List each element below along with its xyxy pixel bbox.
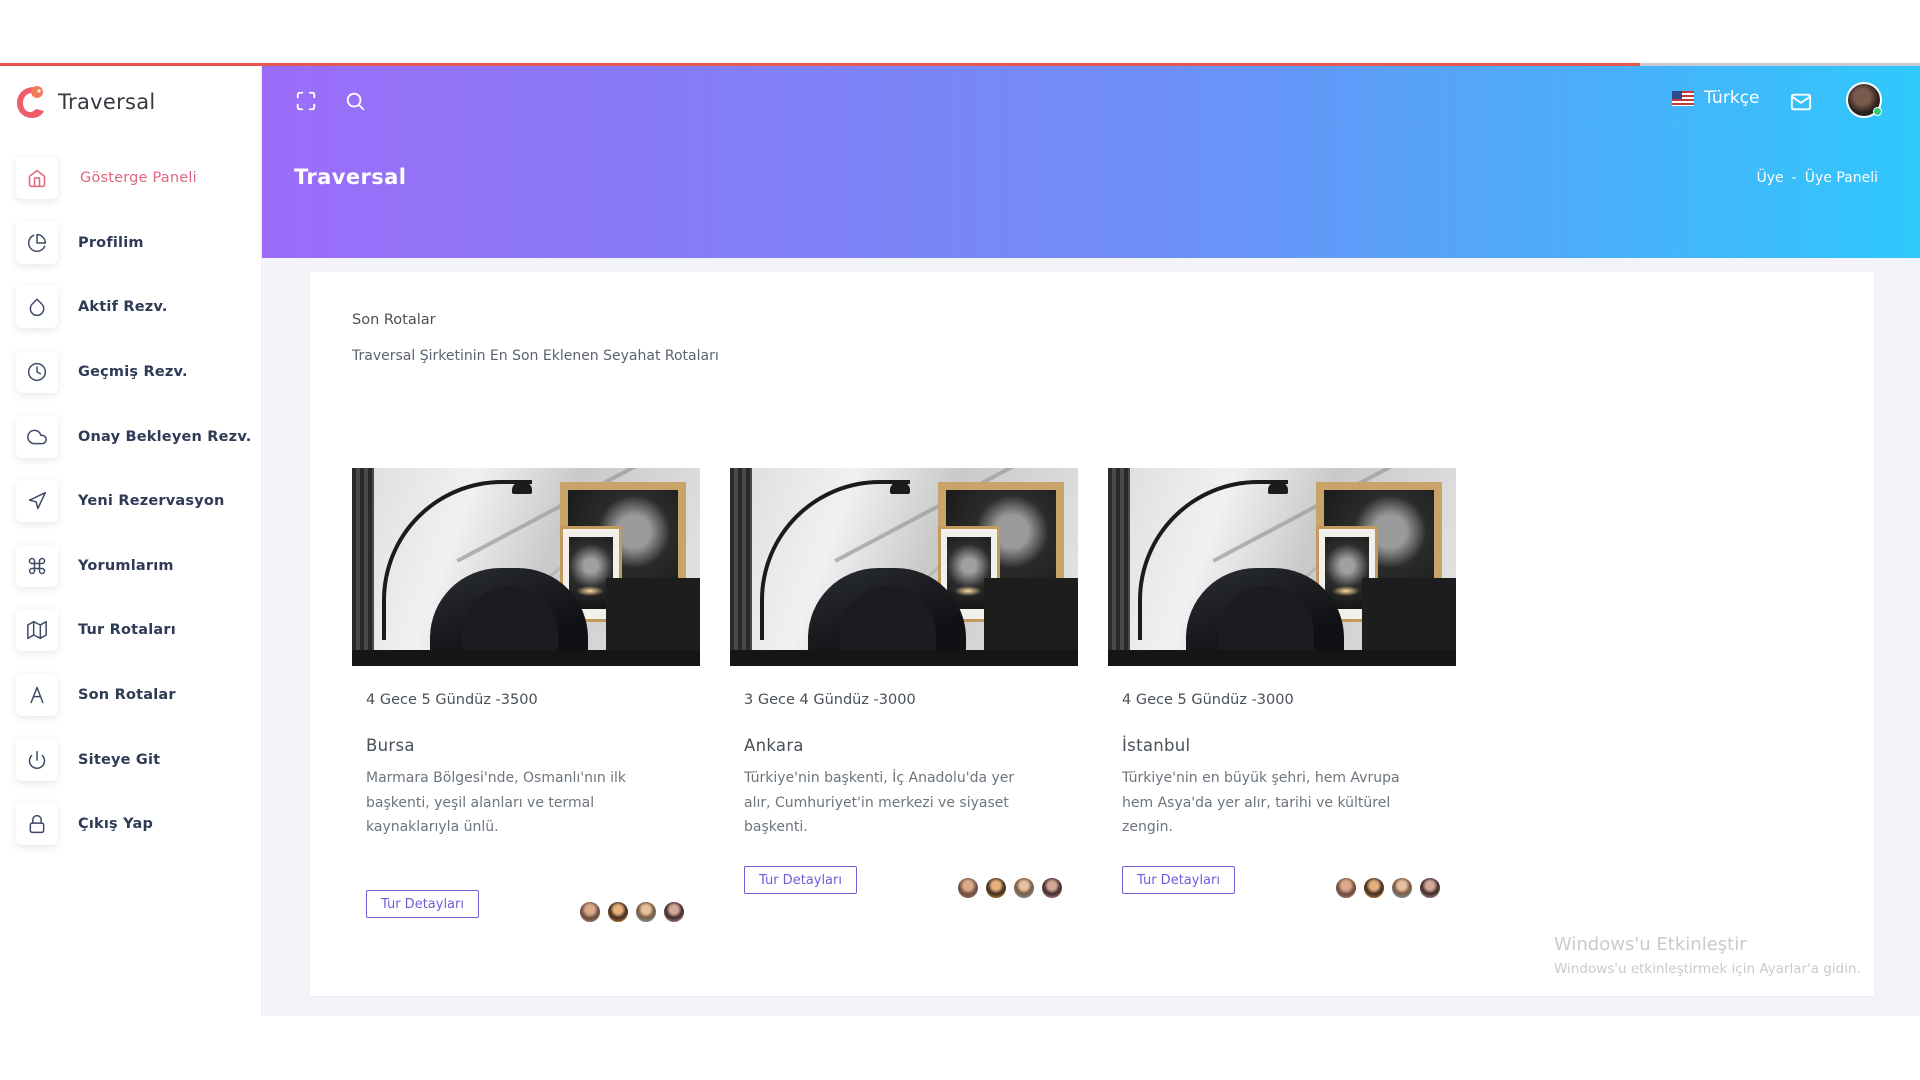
avatar (1012, 876, 1036, 900)
avatar (984, 876, 1008, 900)
watermark-subtitle: Windows'u etkinleştirmek için Ayarlar'a … (1554, 961, 1861, 977)
command-icon (16, 544, 58, 587)
navigation-icon (16, 480, 58, 523)
tour-image (352, 468, 700, 666)
avatar (1418, 876, 1442, 900)
clock-icon (16, 351, 58, 394)
cloud-icon (16, 415, 58, 458)
tour-duration-price: 4 Gece 5 Gündüz -3500 (366, 692, 538, 708)
tour-image (730, 468, 1078, 666)
sidebar-item-active-reservations[interactable]: Aktif Rezv. (16, 275, 256, 340)
tour-name: İstanbul (1122, 736, 1191, 755)
tour-description: Marmara Bölgesi'nde, Osmanlı'nın ilk baş… (366, 770, 627, 835)
participant-avatars (574, 900, 686, 924)
avatar (662, 900, 686, 924)
sidebar-item-label: Geçmiş Rezv. (78, 364, 188, 381)
tour-duration-price: 3 Gece 4 Gündüz -3000 (744, 692, 916, 708)
breadcrumb: Üye - Üye Paneli (1757, 170, 1878, 186)
card-title: Son Rotalar (352, 312, 436, 328)
avatar (606, 900, 630, 924)
tour-details-button[interactable]: Tur Detayları (366, 890, 479, 918)
avatar (1390, 876, 1414, 900)
fullscreen-icon[interactable] (295, 90, 319, 114)
sidebar-item-label: Onay Bekleyen Rezv. (78, 428, 252, 445)
sidebar-item-label: Profilim (78, 234, 144, 251)
tour-card: 3 Gece 4 Gündüz -3000 Ankara Türkiye'nin… (730, 468, 1078, 900)
mail-icon[interactable] (1790, 91, 1812, 117)
sidebar-item-my-comments[interactable]: Yorumlarım (16, 534, 256, 599)
sidebar-item-logout[interactable]: Çıkış Yap (16, 792, 256, 857)
avatar (956, 876, 980, 900)
sidebar-item-dashboard[interactable]: Gösterge Paneli (16, 146, 256, 211)
sidebar-item-label: Çıkış Yap (78, 816, 154, 833)
sidebar-item-past-reservations[interactable]: Geçmiş Rezv. (16, 340, 256, 405)
browser-top-area (0, 0, 1920, 64)
breadcrumb-item-member-panel: Üye Paneli (1804, 170, 1878, 186)
sidebar-item-label: Yorumlarım (78, 557, 174, 574)
tour-image (1108, 468, 1456, 666)
breadcrumb-separator: - (1791, 170, 1797, 186)
sidebar-item-label: Son Rotalar (78, 687, 176, 704)
tour-description: Türkiye'nin en büyük şehri, hem Avrupa h… (1122, 770, 1400, 835)
tour-details-button[interactable]: Tur Detayları (744, 866, 857, 894)
sidebar-item-label: Tur Rotaları (78, 622, 176, 639)
page-header: Türkçe Traversal Üye - Üye Paneli (262, 66, 1920, 258)
language-label: Türkçe (1704, 88, 1760, 108)
sidebar-item-tour-routes[interactable]: Tur Rotaları (16, 598, 256, 663)
tour-duration-price: 4 Gece 5 Gündüz -3000 (1122, 692, 1294, 708)
online-status-dot (1873, 107, 1882, 116)
participant-avatars (952, 876, 1064, 900)
card-subtitle: Traversal Şirketinin En Son Eklenen Seya… (352, 348, 719, 364)
watermark-title: Windows'u Etkinleştir (1554, 934, 1747, 955)
avatar (578, 900, 602, 924)
sidebar: Traversal Gösterge Paneli Profilim Aktif… (0, 66, 262, 1016)
brand-logo-icon (14, 83, 48, 121)
latest-routes-card: Son Rotalar Traversal Şirketinin En Son … (310, 272, 1874, 996)
sidebar-item-label: Yeni Rezervasyon (78, 493, 225, 510)
participant-avatars (1330, 876, 1442, 900)
sidebar-item-go-to-site[interactable]: Siteye Git (16, 727, 256, 792)
tour-details-button[interactable]: Tur Detayları (1122, 866, 1235, 894)
avatar (634, 900, 658, 924)
sidebar-menu: Gösterge Paneli Profilim Aktif Rezv. Geç… (16, 146, 256, 857)
pie-chart-icon (16, 221, 58, 264)
sidebar-item-latest-routes[interactable]: Son Rotalar (16, 663, 256, 728)
droplet-icon (16, 286, 58, 329)
sidebar-item-pending-reservations[interactable]: Onay Bekleyen Rezv. (16, 404, 256, 469)
tour-card: 4 Gece 5 Gündüz -3500 Bursa Marmara Bölg… (352, 468, 700, 924)
breadcrumb-item-member[interactable]: Üye (1757, 170, 1784, 186)
brand-name: Traversal (58, 90, 156, 114)
letter-a-icon (16, 674, 58, 717)
sidebar-item-label: Aktif Rezv. (78, 299, 168, 316)
lock-icon (16, 803, 58, 846)
sidebar-item-profile[interactable]: Profilim (16, 211, 256, 276)
language-selector[interactable]: Türkçe (1672, 88, 1759, 108)
tour-description: Türkiye'nin başkenti, İç Anadolu'da yer … (744, 770, 1015, 835)
avatar (1334, 876, 1358, 900)
map-icon (16, 609, 58, 652)
sidebar-item-label: Gösterge Paneli (80, 170, 197, 187)
avatar (1362, 876, 1386, 900)
us-flag-icon (1672, 90, 1694, 106)
search-icon[interactable] (344, 90, 368, 114)
tour-name: Ankara (744, 736, 804, 755)
page-title: Traversal (294, 165, 407, 189)
user-avatar[interactable] (1846, 82, 1882, 118)
avatar (1040, 876, 1064, 900)
sidebar-item-new-reservation[interactable]: Yeni Rezervasyon (16, 469, 256, 534)
tour-name: Bursa (366, 736, 415, 755)
windows-activation-watermark: Windows'u Etkinleştir Windows'u etkinleş… (1554, 934, 1861, 977)
home-icon (16, 157, 58, 200)
brand[interactable]: Traversal (14, 82, 156, 122)
sidebar-item-label: Siteye Git (78, 751, 161, 768)
power-icon (16, 738, 58, 781)
tour-card: 4 Gece 5 Gündüz -3000 İstanbul Türkiye'n… (1108, 468, 1456, 900)
